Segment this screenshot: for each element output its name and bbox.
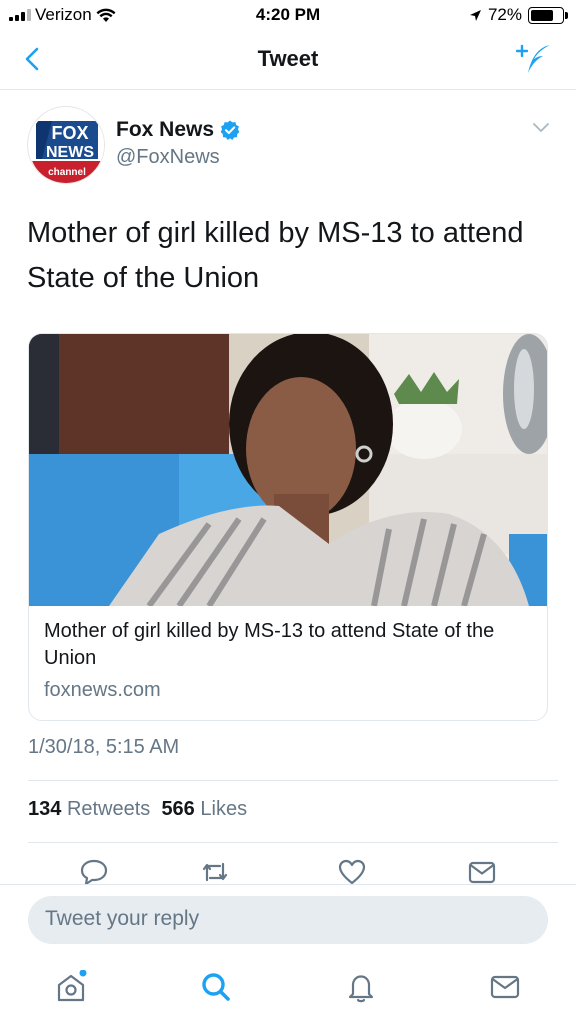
engagement-stats: 134 Retweets 566 Likes	[28, 798, 247, 821]
navigation-bar: Tweet	[0, 30, 576, 90]
likes-count[interactable]: 566	[161, 798, 194, 820]
chevron-down-icon[interactable]	[532, 122, 550, 134]
author-avatar[interactable]: FOX NEWS channel	[27, 106, 105, 184]
compose-tweet-icon[interactable]	[516, 42, 554, 76]
svg-text:FOX: FOX	[51, 123, 88, 143]
reply-input[interactable]: Tweet your reply	[28, 896, 548, 944]
page-title: Tweet	[257, 46, 319, 71]
tweet-actions	[0, 858, 576, 886]
status-right: 72%	[469, 5, 568, 25]
battery-percent: 72%	[487, 5, 522, 24]
reply-icon[interactable]	[79, 858, 109, 886]
location-arrow-icon	[469, 9, 481, 21]
author-handle[interactable]: @FoxNews	[116, 146, 220, 169]
tweet-timestamp: 1/30/18, 5:15 AM	[28, 736, 180, 758]
svg-text:NEWS: NEWS	[46, 144, 94, 161]
retweets-label[interactable]: Retweets	[67, 798, 150, 820]
svg-text:channel: channel	[48, 167, 86, 178]
status-bar: Verizon 4:20 PM 72%	[0, 0, 576, 30]
author-name-label: Fox News	[116, 118, 215, 141]
link-card[interactable]: Mother of girl killed by MS-13 to attend…	[28, 333, 548, 721]
search-icon[interactable]	[199, 970, 233, 1004]
card-domain: foxnews.com	[44, 679, 161, 701]
notifications-bell-icon[interactable]	[344, 970, 378, 1004]
author-name[interactable]: Fox News	[116, 118, 240, 142]
battery-icon	[528, 6, 568, 24]
retweets-count[interactable]: 134	[28, 798, 61, 820]
divider	[28, 780, 558, 781]
divider	[28, 842, 558, 843]
card-thumbnail-image	[29, 334, 547, 606]
direct-message-icon[interactable]	[467, 858, 497, 886]
fox-news-logo-icon: FOX NEWS channel	[29, 108, 104, 183]
like-heart-icon[interactable]	[337, 858, 367, 886]
bottom-tab-bar	[0, 960, 576, 1024]
messages-icon[interactable]	[488, 970, 522, 1004]
retweet-icon[interactable]	[200, 858, 230, 886]
likes-label[interactable]: Likes	[200, 798, 247, 820]
tweet-text: Mother of girl killed by MS-13 to attend…	[27, 217, 524, 294]
card-title: Mother of girl killed by MS-13 to attend…	[44, 620, 495, 669]
home-icon[interactable]	[54, 970, 88, 1004]
verified-badge-icon	[220, 120, 240, 140]
